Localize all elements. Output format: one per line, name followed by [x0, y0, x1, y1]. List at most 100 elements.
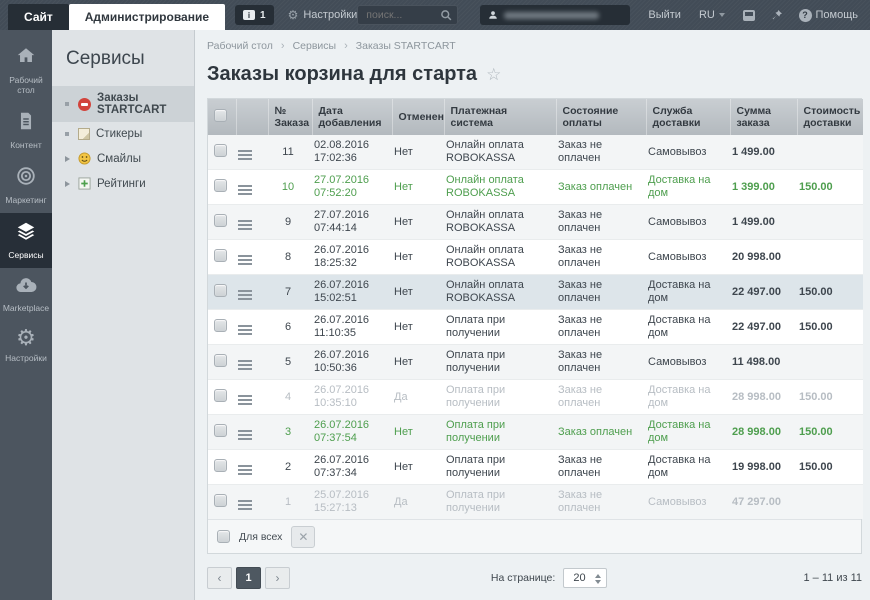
menu-item-stickers[interactable]: Стикеры — [52, 122, 194, 146]
table-row[interactable]: 7 26.07.2016 15:02:51 Нет Онлайн оплата ROBO… — [208, 274, 863, 310]
row-checkbox[interactable] — [213, 388, 227, 402]
row-checkbox[interactable] — [213, 213, 227, 227]
column-header[interactable]: Стоимость доставки — [796, 99, 863, 135]
help-label: Помощь — [815, 9, 859, 21]
records-range: 1 – 11 из 11 — [803, 572, 863, 584]
table-row[interactable]: 11 02.08.2016 17:02:36 Нет Онлайн оплата ROB… — [208, 135, 863, 170]
logout-link[interactable]: Выйти — [648, 9, 681, 21]
row-checkbox[interactable] — [213, 248, 227, 262]
table-row[interactable]: 3 26.07.2016 07:37:54 Нет Оплата при получен… — [208, 414, 863, 450]
order-paysystem-cell: Оплата при получении — [446, 454, 506, 479]
sidebar-item-content[interactable]: Контент — [0, 103, 52, 158]
table-row[interactable]: 9 27.07.2016 07:44:14 Нет Онлайн оплата ROBO… — [208, 204, 863, 240]
order-date-cell: 26.07.2016 07:37:34 — [314, 454, 370, 479]
order-shipcost-cell — [797, 135, 863, 170]
help-button[interactable]: ? Помощь — [798, 8, 859, 22]
table-row[interactable]: 10 27.07.2016 07:52:20 Нет Онлайн оплата ROB… — [208, 169, 863, 205]
order-paysystem-cell: Онлайн оплата ROBOKASSA — [446, 209, 524, 234]
order-paystate-cell: Заказ не оплачен — [558, 209, 603, 234]
column-header[interactable]: Сумма заказа — [729, 99, 797, 135]
table-row[interactable]: 2 26.07.2016 07:37:34 Нет Оплата при получен… — [208, 449, 863, 485]
main-content: Рабочий стол › Сервисы › Заказы STARTCAR… — [195, 30, 870, 600]
table-row[interactable]: 8 26.07.2016 18:25:32 Нет Онлайн оплата ROBO… — [208, 239, 863, 275]
row-checkbox[interactable] — [213, 353, 227, 367]
row-checkbox[interactable] — [213, 458, 227, 472]
row-menu-icon[interactable] — [238, 288, 252, 302]
favorite-star-icon[interactable]: ☆ — [486, 65, 501, 85]
column-header[interactable]: Служба доставки — [645, 99, 730, 135]
order-paystate-cell: Заказ не оплачен — [558, 139, 603, 164]
table-row[interactable]: 6 26.07.2016 11:10:35 Нет Оплата при получен… — [208, 309, 863, 345]
next-page-button[interactable]: › — [265, 567, 290, 589]
select-all-checkbox[interactable] — [214, 109, 227, 122]
menu-item-orders-startcart[interactable]: Заказы STARTCART — [52, 86, 194, 122]
table-row[interactable]: 4 26.07.2016 10:35:10 Да Оплата при получени… — [208, 379, 863, 415]
row-menu-icon[interactable] — [238, 148, 252, 162]
tab-admin[interactable]: Администрирование — [68, 4, 226, 30]
menu-item-ratings[interactable]: Рейтинги — [52, 171, 194, 196]
menu-item-label: Заказы STARTCART — [97, 92, 167, 116]
page-1-button[interactable]: 1 — [236, 567, 261, 589]
gear-icon: ⚙ — [16, 326, 36, 351]
row-menu-icon[interactable] — [238, 498, 252, 512]
row-menu-icon[interactable] — [238, 358, 252, 372]
breadcrumb-services[interactable]: Сервисы — [293, 40, 337, 52]
order-date-cell: 26.07.2016 10:35:10 — [314, 384, 370, 409]
order-shipcost-cell: 150.00 — [799, 460, 833, 473]
user-menu[interactable] — [480, 5, 631, 25]
delete-selected-button[interactable]: ✕ — [291, 525, 316, 548]
language-selector[interactable]: RU — [699, 9, 725, 21]
row-menu-icon[interactable] — [238, 428, 252, 442]
breadcrumb-desktop[interactable]: Рабочий стол — [207, 40, 273, 52]
user-icon — [489, 11, 498, 19]
menu-item-smileys[interactable]: Смайлы — [52, 146, 194, 171]
row-checkbox[interactable] — [213, 178, 227, 192]
order-delivery-cell: Доставка на дом — [648, 384, 711, 409]
row-menu-icon[interactable] — [238, 253, 252, 267]
per-page-select[interactable]: 20 — [563, 568, 607, 588]
table-row[interactable]: 5 26.07.2016 10:50:36 Нет Оплата при получен… — [208, 344, 863, 380]
row-checkbox[interactable] — [213, 143, 227, 157]
row-menu-icon[interactable] — [238, 393, 252, 407]
column-header[interactable]: Отменен — [391, 99, 444, 135]
row-menu-icon[interactable] — [238, 218, 252, 232]
expand-arrow-icon[interactable] — [62, 180, 72, 187]
order-paystate-cell: Заказ не оплачен — [558, 489, 603, 514]
tab-site[interactable]: Сайт — [8, 4, 69, 30]
row-menu-icon[interactable] — [238, 323, 252, 337]
services-menu: Сервисы Заказы STARTCART Стикеры Смайлы … — [52, 30, 195, 600]
sidebar-item-marketing[interactable]: Маркетинг — [0, 158, 52, 213]
column-header[interactable]: Дата добавления — [311, 99, 392, 135]
row-checkbox[interactable] — [213, 283, 227, 297]
row-menu-icon[interactable] — [238, 183, 252, 197]
bullet-icon — [62, 132, 72, 136]
orders-table: № Заказа Дата добавления Отменен Платежная … — [207, 98, 863, 554]
order-delivery-cell: Самовывоз — [648, 495, 707, 508]
sidebar-item-desktop[interactable]: Рабочий стол — [0, 38, 52, 103]
order-number-cell: 3 — [284, 425, 292, 438]
row-checkbox[interactable] — [213, 493, 227, 507]
sidebar-item-services[interactable]: Сервисы — [0, 213, 52, 268]
desktop-mode-icon[interactable] — [742, 9, 755, 21]
breadcrumb-separator: › — [280, 40, 285, 52]
order-date-cell: 26.07.2016 15:02:51 — [314, 279, 370, 304]
order-sum-cell: 11 498.00 — [732, 355, 781, 368]
topbar-settings-button[interactable]: ⚙ Настройки — [288, 9, 358, 21]
sidebar-item-settings[interactable]: ⚙ Настройки — [0, 321, 52, 371]
expand-arrow-icon[interactable] — [62, 155, 72, 162]
order-delivery-cell: Самовывоз — [648, 250, 707, 263]
notifications-button[interactable]: i 1 — [235, 5, 274, 25]
for-all-checkbox[interactable] — [217, 530, 230, 543]
row-menu-icon[interactable] — [238, 463, 252, 477]
sidebar-item-marketplace[interactable]: Marketplace — [0, 268, 52, 321]
prev-page-button[interactable]: ‹ — [207, 567, 232, 589]
order-sum-cell: 20 998.00 — [732, 250, 781, 263]
column-header[interactable]: № Заказа — [267, 99, 312, 135]
pin-icon[interactable] — [771, 9, 783, 21]
column-header[interactable]: Платежная система — [443, 99, 556, 135]
column-header[interactable]: Состояние оплаты — [555, 99, 646, 135]
table-row[interactable]: 1 25.07.2016 15:27:13 Да Оплата при получени… — [208, 484, 863, 519]
order-canceled-cell: Нет — [394, 320, 413, 333]
row-checkbox[interactable] — [213, 318, 227, 332]
row-checkbox[interactable] — [213, 423, 227, 437]
